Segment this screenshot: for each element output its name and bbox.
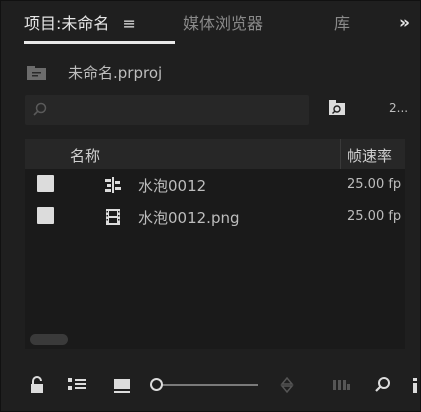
item-name: 水泡0012 xyxy=(138,177,207,195)
lock-icon[interactable] xyxy=(27,375,47,395)
search-icon xyxy=(33,102,47,116)
tab-project-label: 项目:未命名 xyxy=(24,14,110,33)
column-header-frame-rate[interactable]: 帧速率 xyxy=(347,145,392,166)
item-frame-rate: 25.00 fp xyxy=(347,209,402,224)
tab-library-label: 库 xyxy=(334,14,351,33)
zoom-slider-track[interactable] xyxy=(162,384,258,386)
list-view-icon[interactable] xyxy=(67,375,87,395)
horizontal-scrollbar[interactable] xyxy=(30,334,68,345)
film-icon xyxy=(106,209,120,225)
project-file-row: 未命名.prproj xyxy=(1,55,421,89)
panel-tab-bar: 项目:未命名 ≡ 媒体浏览器 库 » xyxy=(1,1,421,45)
column-divider[interactable] xyxy=(340,139,341,169)
new-item-icon[interactable] xyxy=(409,375,421,395)
tab-media-browser-label: 媒体浏览器 xyxy=(183,14,264,33)
panel-menu-icon[interactable]: ≡ xyxy=(123,14,136,33)
project-panel: 项目:未命名 ≡ 媒体浏览器 库 » 未命名.prproj 2... 名称 帧速… xyxy=(0,0,421,412)
bottom-toolbar xyxy=(1,371,421,401)
project-item-list: 名称 帧速率 水泡0012 25.00 fp 水泡0012.png 25.00 … xyxy=(25,139,405,349)
item-checkbox[interactable] xyxy=(37,207,54,224)
find-in-project-icon[interactable] xyxy=(327,97,347,117)
find-icon[interactable] xyxy=(373,375,393,395)
sort-icon[interactable] xyxy=(277,375,297,395)
tab-overflow-icon[interactable]: » xyxy=(399,13,410,33)
item-frame-rate: 25.00 fp xyxy=(347,177,402,192)
active-tab-underline xyxy=(24,41,175,44)
items-count: 2... xyxy=(389,101,409,115)
list-header: 名称 帧速率 xyxy=(25,139,405,169)
icon-view-icon[interactable] xyxy=(112,375,132,395)
zoom-slider-knob[interactable] xyxy=(150,378,163,391)
list-item[interactable]: 水泡0012.png 25.00 fp xyxy=(25,201,405,233)
tab-project[interactable]: 项目:未命名 ≡ xyxy=(24,14,175,44)
item-checkbox[interactable] xyxy=(37,175,54,192)
tab-library[interactable]: 库 xyxy=(334,15,350,33)
folder-icon xyxy=(27,66,46,80)
sequence-icon xyxy=(105,177,121,193)
search-field[interactable] xyxy=(25,95,309,125)
column-header-name[interactable]: 名称 xyxy=(70,145,100,166)
item-name: 水泡0012.png xyxy=(138,209,240,227)
automate-to-sequence-icon[interactable] xyxy=(331,375,351,395)
search-input[interactable] xyxy=(53,99,303,121)
tab-media-browser[interactable]: 媒体浏览器 xyxy=(183,15,263,33)
project-file-name: 未命名.prproj xyxy=(68,64,163,82)
list-item[interactable]: 水泡0012 25.00 fp xyxy=(25,169,405,201)
